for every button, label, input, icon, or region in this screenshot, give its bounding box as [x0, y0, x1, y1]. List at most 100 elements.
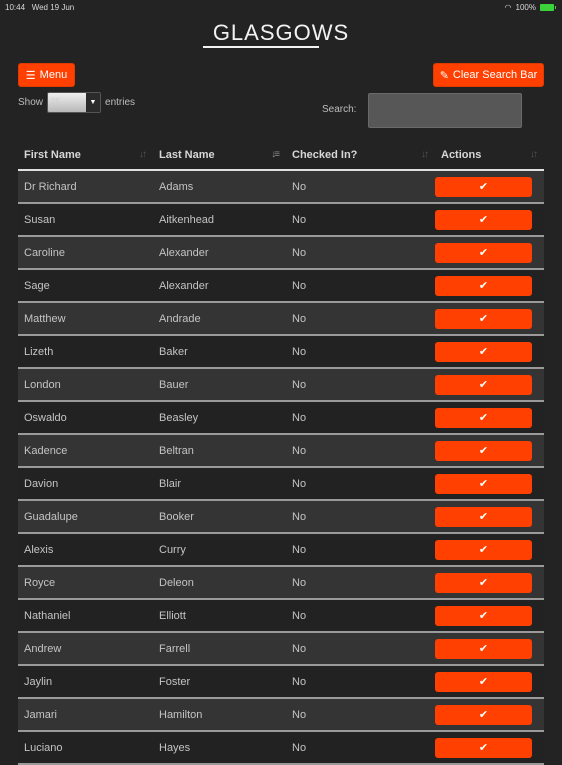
last-name-cell: Farrell [153, 632, 286, 666]
checkmark-icon: ✔ [478, 511, 489, 523]
table-row: Alexis Curry No ✔ [18, 533, 544, 567]
check-in-button[interactable]: ✔ [435, 308, 532, 329]
check-in-button[interactable]: ✔ [435, 473, 532, 494]
first-name-cell: London [18, 368, 153, 402]
check-in-button[interactable]: ✔ [435, 506, 532, 527]
checkmark-icon: ✔ [478, 313, 489, 325]
table-row: Guadalupe Booker No ✔ [18, 500, 544, 534]
first-name-cell: Matthew [18, 302, 153, 336]
checkmark-icon: ✔ [478, 742, 489, 754]
battery-percent: 100% [515, 3, 536, 12]
first-name-cell: Davion [18, 467, 153, 501]
check-in-button[interactable]: ✔ [435, 605, 532, 626]
check-in-button[interactable]: ✔ [435, 176, 532, 197]
check-in-button[interactable]: ✔ [435, 242, 532, 263]
column-header-first-name[interactable]: First Name ↓↑ [18, 140, 153, 171]
show-label: Show [18, 97, 44, 108]
first-name-cell: Andrew [18, 632, 153, 666]
entries-select[interactable]: 25 ▼ [47, 92, 102, 113]
checkmark-icon: ✔ [478, 610, 489, 622]
first-name-cell: Nathaniel [18, 599, 153, 633]
check-in-button[interactable]: ✔ [435, 572, 532, 593]
sort-icon: ↓↑ [421, 149, 429, 160]
actions-cell: ✔ [435, 434, 544, 468]
checkmark-icon: ✔ [478, 346, 489, 358]
table-header-row: First Name ↓↑ Last Name ↓≡ Checked In? ↓↑ A… [18, 140, 544, 171]
table-row: Nathaniel Elliott No ✔ [18, 599, 544, 633]
checkmark-icon: ✔ [478, 181, 489, 193]
sort-icon: ↓↑ [139, 149, 147, 160]
first-name-cell: Oswaldo [18, 401, 153, 435]
checked-in-cell: No [286, 731, 435, 765]
checked-in-cell: No [286, 368, 435, 402]
last-name-cell: Elliott [153, 599, 286, 633]
checked-in-cell: No [286, 599, 435, 633]
last-name-cell: Curry [153, 533, 286, 567]
checkmark-icon: ✔ [478, 280, 489, 292]
search-input[interactable] [368, 93, 522, 128]
actions-cell: ✔ [435, 302, 544, 336]
check-in-button[interactable]: ✔ [435, 440, 532, 461]
check-in-button[interactable]: ✔ [435, 407, 532, 428]
check-in-button[interactable]: ✔ [435, 209, 532, 230]
checkmark-icon: ✔ [478, 643, 489, 655]
chevron-down-icon: ▼ [86, 93, 101, 112]
check-in-button[interactable]: ✔ [435, 539, 532, 560]
check-in-button[interactable]: ✔ [435, 374, 532, 395]
first-name-cell: Lizeth [18, 335, 153, 369]
checked-in-cell: No [286, 665, 435, 699]
wifi-icon: ◠ [504, 3, 512, 12]
checkmark-icon: ✔ [478, 247, 489, 259]
checkmark-icon: ✔ [478, 709, 489, 721]
last-name-cell: Baker [153, 335, 286, 369]
actions-cell: ✔ [435, 698, 544, 732]
table-row: Andrew Farrell No ✔ [18, 632, 544, 666]
table-row: Jaylin Foster No ✔ [18, 665, 544, 699]
checkmark-icon: ✔ [478, 544, 489, 556]
check-in-button[interactable]: ✔ [435, 671, 532, 692]
check-in-button[interactable]: ✔ [435, 638, 532, 659]
eraser-icon: ✎ [439, 69, 449, 82]
first-name-cell: Luciano [18, 731, 153, 765]
actions-cell: ✔ [435, 467, 544, 501]
table-row: Sage Alexander No ✔ [18, 269, 544, 303]
checked-in-cell: No [286, 467, 435, 501]
hamburger-icon: ☰ [25, 69, 36, 82]
table-row: Lizeth Baker No ✔ [18, 335, 544, 369]
column-header-actions[interactable]: Actions ↓↑ [435, 140, 544, 171]
checked-in-cell: No [286, 401, 435, 435]
checked-in-cell: No [286, 302, 435, 336]
actions-cell: ✔ [435, 632, 544, 666]
check-in-button[interactable]: ✔ [435, 737, 532, 758]
check-in-button[interactable]: ✔ [435, 275, 532, 296]
checked-in-cell: No [286, 533, 435, 567]
last-name-cell: Deleon [153, 566, 286, 600]
logo-underline [203, 46, 319, 48]
column-header-checked-in[interactable]: Checked In? ↓↑ [286, 140, 435, 171]
sort-ascending-icon: ↓≡ [271, 149, 280, 160]
table-row: Oswaldo Beasley No ✔ [18, 401, 544, 435]
table-row: Royce Deleon No ✔ [18, 566, 544, 600]
table-row: Jamari Hamilton No ✔ [18, 698, 544, 732]
checked-in-cell: No [286, 500, 435, 534]
first-name-cell: Jaylin [18, 665, 153, 699]
last-name-cell: Bauer [153, 368, 286, 402]
actions-cell: ✔ [435, 665, 544, 699]
actions-cell: ✔ [435, 401, 544, 435]
menu-button[interactable]: ☰ Menu [18, 63, 75, 87]
last-name-cell: Beltran [153, 434, 286, 468]
check-in-button[interactable]: ✔ [435, 704, 532, 725]
check-in-button[interactable]: ✔ [435, 341, 532, 362]
checked-in-cell: No [286, 434, 435, 468]
table-row: Susan Aitkenhead No ✔ [18, 203, 544, 237]
actions-cell: ✔ [435, 269, 544, 303]
clear-search-button[interactable]: ✎ Clear Search Bar [433, 63, 544, 87]
actions-cell: ✔ [435, 599, 544, 633]
last-name-cell: Alexander [153, 236, 286, 270]
first-name-cell: Alexis [18, 533, 153, 567]
table-row: Caroline Alexander No ✔ [18, 236, 544, 270]
actions-cell: ✔ [435, 500, 544, 534]
column-header-last-name[interactable]: Last Name ↓≡ [153, 140, 286, 171]
logo: GLASGOWS [212, 20, 350, 45]
last-name-cell: Andrade [153, 302, 286, 336]
